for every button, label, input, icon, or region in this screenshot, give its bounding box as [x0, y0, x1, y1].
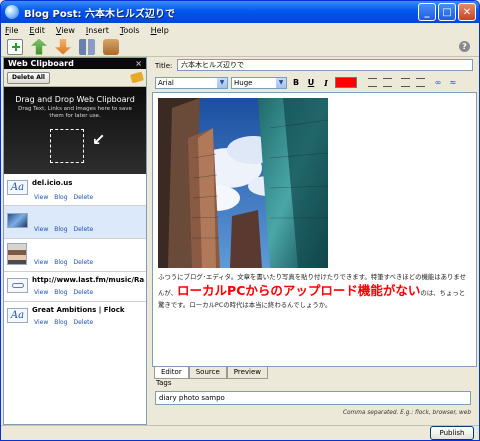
post-title-input[interactable]: 六本木ヒルズ辺りで — [177, 59, 473, 71]
menu-tools[interactable]: Tools — [120, 26, 140, 35]
underline-button[interactable]: U — [305, 77, 317, 89]
clip-title: http://www.last.fm/music/Ra... — [32, 276, 145, 284]
font-family-select[interactable]: Arial ▼ — [155, 76, 228, 89]
format-toolbar: Arial ▼ Huge ▼ B U I ∞ ≈ — [152, 74, 477, 91]
open-icon[interactable] — [103, 38, 119, 55]
body-highlight-text: ローカルPCからのアップロード機能がない — [177, 283, 421, 298]
skyscraper-photo — [158, 98, 328, 268]
delete-all-button[interactable]: Delete All — [7, 71, 50, 84]
tab-editor[interactable]: Editor — [154, 367, 189, 379]
clip-delete-link[interactable]: Delete — [74, 226, 94, 233]
tab-preview[interactable]: Preview — [226, 367, 269, 379]
clipboard-dropzone[interactable]: Drag and Drop Web Clipboard Drag Text, L… — [4, 87, 146, 174]
post-body-text: ふつうにブログ･エディタ。文章を書いたり写真を貼り付けたりできます。特筆すべきほ… — [158, 271, 470, 311]
window-title: Blog Post: 六本木ヒルズ辺りで — [24, 8, 175, 20]
tab-source[interactable]: Source — [188, 367, 227, 379]
font-size-value: Huge — [234, 78, 253, 87]
clip-item[interactable]: Aa Great Ambitions | Flock View Blog Del… — [4, 302, 146, 333]
app-logo-icon — [5, 5, 19, 19]
link-icon[interactable]: ∞ — [432, 77, 444, 89]
link-clip-icon — [7, 278, 28, 293]
maximize-button[interactable]: □ — [438, 3, 456, 21]
dropzone-subtitle: Drag Text, Links and Images here to save… — [18, 106, 132, 119]
bottom-bar: Publish — [1, 425, 479, 440]
clip-delete-link[interactable]: Delete — [74, 194, 94, 201]
clip-blog-link[interactable]: Blog — [54, 194, 67, 201]
clip-view-link[interactable]: View — [34, 319, 48, 326]
dropzone-title: Drag and Drop Web Clipboard — [15, 95, 135, 104]
clip-title: Great Ambitions | Flock — [32, 306, 125, 314]
help-icon[interactable]: ? — [459, 41, 470, 52]
clipboard-toolbar: Delete All — [4, 69, 146, 87]
clip-blog-link[interactable]: Blog — [54, 319, 67, 326]
clip-view-link[interactable]: View — [34, 226, 48, 233]
embedded-photo — [158, 98, 328, 268]
clip-view-link[interactable]: View — [34, 259, 48, 266]
new-post-icon[interactable] — [7, 38, 23, 55]
app-window: Blog Post: 六本木ヒルズ辺りで _ □ ✕ File Edit Vie… — [0, 0, 480, 441]
clip-item[interactable]: View Blog Delete — [4, 239, 146, 272]
outdent-icon[interactable] — [399, 77, 411, 89]
close-button[interactable]: ✕ — [458, 3, 476, 21]
font-family-value: Arial — [158, 78, 174, 87]
menu-help[interactable]: Help — [151, 26, 169, 35]
chevron-down-icon: ▼ — [276, 77, 286, 88]
unlink-icon[interactable]: ≈ — [447, 77, 459, 89]
title-label: Title: — [155, 62, 173, 70]
person-photo-thumbnail — [7, 243, 27, 265]
web-clipboard-panel: Web Clipboard × Delete All Drag and Drop… — [3, 57, 147, 425]
title-bar[interactable]: Blog Post: 六本木ヒルズ辺りで _ □ ✕ — [1, 1, 479, 23]
clip-delete-link[interactable]: Delete — [74, 319, 94, 326]
text-color-picker[interactable] — [335, 77, 357, 88]
bold-button[interactable]: B — [290, 77, 302, 89]
post-body-editor[interactable]: ふつうにブログ･エディタ。文章を書いたり写真を貼り付けたりできます。特筆すべきほ… — [152, 92, 477, 367]
drop-arrow-icon: ↙ — [92, 130, 106, 149]
bullet-list-icon[interactable] — [366, 77, 378, 89]
clipboard-header: Web Clipboard × — [4, 58, 146, 69]
publish-button[interactable]: Publish — [430, 426, 474, 440]
clip-view-link[interactable]: View — [34, 194, 48, 201]
numbered-list-icon[interactable] — [381, 77, 393, 89]
menu-bar: File Edit View Insert Tools Help — [1, 23, 479, 37]
menu-view[interactable]: View — [56, 26, 75, 35]
clip-view-link[interactable]: View — [34, 289, 48, 296]
clip-blog-link[interactable]: Blog — [54, 289, 67, 296]
post-editor-panel: Title: 六本木ヒルズ辺りで Arial ▼ Huge ▼ B U I ∞ … — [150, 57, 479, 425]
main-toolbar — [1, 37, 479, 57]
image-clip-thumbnail — [7, 213, 28, 228]
text-clip-icon: Aa — [7, 180, 28, 195]
download-icon[interactable] — [55, 38, 71, 55]
clip-delete-link[interactable]: Delete — [74, 289, 94, 296]
clip-delete-link[interactable]: Delete — [74, 259, 94, 266]
upload-icon[interactable] — [31, 38, 47, 55]
clip-blog-link[interactable]: Blog — [54, 226, 67, 233]
drop-target-box — [50, 129, 84, 163]
clipboard-close-button[interactable]: × — [135, 59, 142, 68]
clip-item[interactable]: Aa del.icio.us View Blog Delete — [4, 174, 146, 206]
tags-input[interactable]: diary photo sampo — [155, 391, 471, 405]
tags-label: Tags — [156, 379, 172, 387]
tag-icon[interactable] — [130, 71, 144, 84]
minimize-button[interactable]: _ — [418, 3, 436, 21]
clip-blog-link[interactable]: Blog — [54, 259, 67, 266]
chevron-down-icon: ▼ — [217, 77, 227, 88]
menu-insert[interactable]: Insert — [86, 26, 109, 35]
editor-tabs: Editor Source Preview — [154, 367, 269, 379]
settings-icon[interactable] — [79, 38, 95, 55]
clip-item[interactable]: View Blog Delete — [4, 206, 146, 239]
tags-hint: Comma separated. E.g.: flock, browser, w… — [342, 410, 471, 416]
menu-file[interactable]: File — [5, 26, 18, 35]
text-clip-icon: Aa — [7, 308, 28, 323]
italic-button[interactable]: I — [320, 77, 332, 89]
indent-icon[interactable] — [414, 77, 426, 89]
menu-edit[interactable]: Edit — [29, 26, 45, 35]
clipboard-title: Web Clipboard — [8, 59, 74, 68]
clip-item[interactable]: http://www.last.fm/music/Ra... View Blog… — [4, 272, 146, 302]
font-size-select[interactable]: Huge ▼ — [231, 76, 287, 89]
clip-title: del.icio.us — [32, 179, 73, 187]
